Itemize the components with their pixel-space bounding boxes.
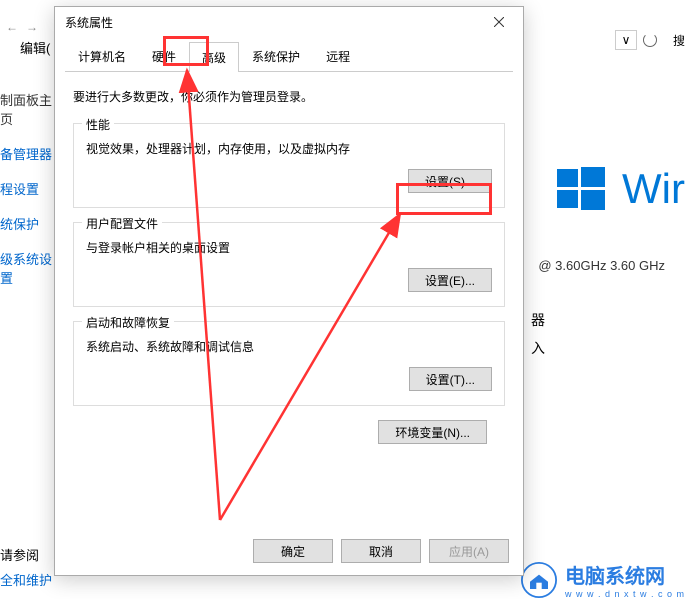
tab-strip: 计算机名 硬件 高级 系统保护 远程 bbox=[65, 41, 513, 72]
nav-back-icon[interactable]: ← bbox=[6, 20, 18, 34]
apply-button[interactable]: 应用(A) bbox=[429, 539, 509, 563]
admin-instruction: 要进行大多数更改，你必须作为管理员登录。 bbox=[73, 88, 505, 105]
close-button[interactable] bbox=[479, 9, 519, 35]
sidebar-item-advanced-settings[interactable]: 级系统设置 bbox=[0, 249, 54, 287]
bg-text-2: 入 bbox=[531, 338, 545, 358]
sidebar-item-system-protection[interactable]: 统保护 bbox=[0, 214, 54, 233]
breadcrumb-dropdown[interactable]: ∨ bbox=[615, 30, 637, 50]
windows-logo-icon bbox=[557, 165, 605, 216]
system-properties-dialog: 系统属性 计算机名 硬件 高级 系统保护 远程 要进行大多数更改，你必须作为管理… bbox=[54, 6, 524, 576]
search-placeholder[interactable]: 搜 bbox=[673, 32, 685, 49]
cancel-button[interactable]: 取消 bbox=[341, 539, 421, 563]
site-logo-icon bbox=[521, 562, 557, 598]
site-url: w w w . d n x t w . c o m bbox=[565, 589, 685, 599]
user-profile-group: 用户配置文件 与登录帐户相关的桌面设置 设置(E)... bbox=[73, 222, 505, 307]
nav-forward-icon[interactable]: → bbox=[26, 20, 38, 34]
user-profile-title: 用户配置文件 bbox=[82, 215, 162, 232]
see-also-label: 请参阅 bbox=[0, 548, 39, 563]
security-maintenance-link[interactable]: 全和维护 bbox=[0, 570, 52, 589]
performance-desc: 视觉效果，处理器计划，内存使用，以及虚拟内存 bbox=[86, 140, 492, 157]
startup-recovery-group: 启动和故障恢复 系统启动、系统故障和调试信息 设置(T)... bbox=[73, 321, 505, 406]
edit-menu[interactable]: 编辑( bbox=[20, 38, 50, 57]
site-name: 电脑系统网 bbox=[565, 560, 685, 589]
close-icon bbox=[494, 17, 504, 27]
user-profile-settings-button[interactable]: 设置(E)... bbox=[408, 268, 492, 292]
tab-hardware[interactable]: 硬件 bbox=[139, 41, 189, 71]
ok-button[interactable]: 确定 bbox=[253, 539, 333, 563]
startup-recovery-settings-button[interactable]: 设置(T)... bbox=[409, 367, 492, 391]
sidebar-item-control-panel[interactable]: 制面板主页 bbox=[0, 90, 54, 128]
bg-text-1: 器 bbox=[531, 310, 545, 330]
windows-brand-text: Wir bbox=[622, 165, 685, 213]
refresh-icon[interactable] bbox=[643, 33, 657, 47]
tab-system-protection[interactable]: 系统保护 bbox=[239, 41, 313, 71]
startup-recovery-title: 启动和故障恢复 bbox=[82, 314, 174, 331]
cpu-info: @ 3.60GHz 3.60 GHz bbox=[538, 258, 665, 273]
performance-settings-button[interactable]: 设置(S)... bbox=[408, 169, 492, 193]
startup-recovery-desc: 系统启动、系统故障和调试信息 bbox=[86, 338, 492, 355]
performance-group: 性能 视觉效果，处理器计划，内存使用，以及虚拟内存 设置(S)... bbox=[73, 123, 505, 208]
environment-variables-button[interactable]: 环境变量(N)... bbox=[378, 420, 487, 444]
sidebar-item-remote-settings[interactable]: 程设置 bbox=[0, 179, 54, 198]
user-profile-desc: 与登录帐户相关的桌面设置 bbox=[86, 239, 492, 256]
tab-advanced[interactable]: 高级 bbox=[189, 42, 239, 72]
tab-remote[interactable]: 远程 bbox=[313, 41, 363, 71]
tab-computer-name[interactable]: 计算机名 bbox=[65, 41, 139, 71]
performance-title: 性能 bbox=[82, 116, 114, 133]
dialog-title: 系统属性 bbox=[65, 14, 113, 31]
sidebar-item-device-manager[interactable]: 备管理器 bbox=[0, 144, 54, 163]
